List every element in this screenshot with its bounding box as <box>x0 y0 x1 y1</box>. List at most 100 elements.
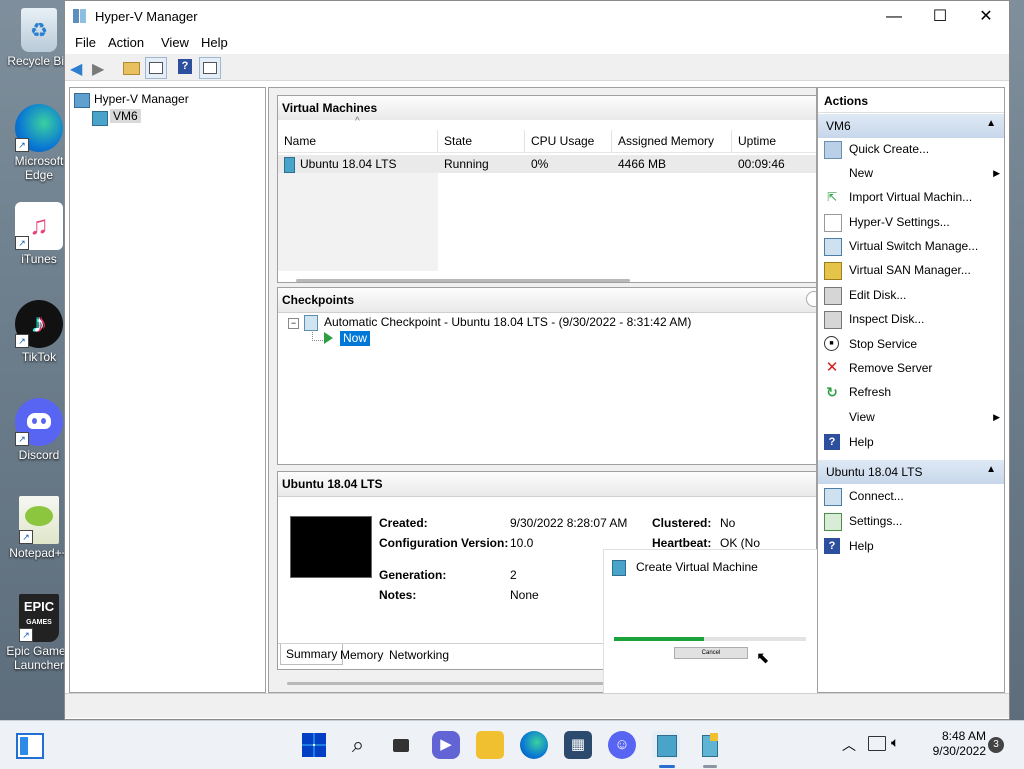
center-horizontal-scrollbar[interactable] <box>287 682 621 685</box>
tree-item-label: Hyper-V Manager <box>94 92 189 106</box>
connect-icon <box>824 488 842 506</box>
config-version-value: 10.0 <box>510 536 534 550</box>
show-hide-console-tree-button[interactable] <box>145 57 167 79</box>
action-quick-create[interactable]: Quick Create... <box>824 138 1000 160</box>
tab-memory[interactable]: Memory <box>340 645 383 665</box>
create-vm-cancel-button[interactable]: Cancel <box>674 647 748 659</box>
tab-summary[interactable]: Summary <box>280 644 344 665</box>
now-play-icon <box>324 332 333 344</box>
edge-taskbar-button[interactable] <box>520 731 548 759</box>
action-refresh[interactable]: ↻ Refresh <box>824 381 1000 403</box>
tree-item-label: VM6 <box>110 109 141 123</box>
window-title: Hyper-V Manager <box>95 9 198 24</box>
start-button[interactable] <box>300 731 328 759</box>
action-view[interactable]: View ▶ <box>824 406 1000 428</box>
action-inspect-disk[interactable]: Inspect Disk... <box>824 308 1000 330</box>
action-label: Inspect Disk... <box>849 312 925 326</box>
action-stop-service[interactable]: ■ Stop Service <box>824 333 1000 355</box>
show-hide-action-pane-button[interactable] <box>199 57 221 79</box>
action-help-vm[interactable]: ? Help <box>824 535 1000 557</box>
virtual-machines-section: Virtual Machines ^ Name State CPU Usage … <box>277 95 816 283</box>
discord-taskbar-button[interactable]: ☺ <box>608 731 636 759</box>
stop-icon: ■ <box>824 336 839 351</box>
actions-group-ubuntu[interactable]: Ubuntu 18.04 LTS ▲ <box>818 460 1004 484</box>
san-icon <box>824 262 842 280</box>
file-explorer-button[interactable] <box>476 731 504 759</box>
title-bar[interactable]: Hyper-V Manager — ☐ ✕ <box>65 1 1009 32</box>
horizontal-scrollbar[interactable] <box>296 279 630 282</box>
help-button[interactable]: ? <box>175 57 195 77</box>
details-header: Ubuntu 18.04 LTS <box>278 472 816 497</box>
hyperv-manager-icon <box>74 93 90 108</box>
notification-badge[interactable]: 3 <box>988 737 1004 753</box>
chevron-up-icon: ︿ <box>842 737 856 753</box>
action-label: Import Virtual Machin... <box>849 190 973 204</box>
clock[interactable]: 8:48 AM 9/30/2022 <box>922 729 986 759</box>
action-settings[interactable]: Settings... <box>824 510 1000 532</box>
edge-icon: ↗ <box>15 104 63 152</box>
generation-label: Generation: <box>379 568 447 582</box>
heartbeat-label: Heartbeat: <box>652 536 712 550</box>
settings-icon <box>824 513 842 531</box>
maximize-icon: ☐ <box>932 8 948 25</box>
action-connect[interactable]: Connect... <box>824 485 1000 507</box>
collapse-checkpoints-button[interactable] <box>806 291 816 307</box>
column-uptime[interactable]: Uptime <box>732 130 816 152</box>
action-new[interactable]: New ▶ <box>824 162 1000 184</box>
tree-collapse-icon[interactable]: − <box>288 318 299 329</box>
hyperv-manager-taskbar-button[interactable] <box>652 731 680 759</box>
vm-thumbnail[interactable] <box>290 516 372 578</box>
create-vm-popup[interactable]: Create Virtual Machine Cancel ⬉ <box>603 549 821 711</box>
action-virtual-san-manager[interactable]: Virtual SAN Manager... <box>824 259 1000 281</box>
action-help[interactable]: ? Help <box>824 431 1000 453</box>
back-button[interactable]: ◀ <box>69 57 89 78</box>
shortcut-arrow-icon: ↗ <box>15 138 29 152</box>
up-folder-button[interactable] <box>121 57 141 77</box>
notepadpp-icon: ↗ <box>19 496 59 544</box>
action-edit-disk[interactable]: Edit Disk... <box>824 284 1000 306</box>
checkpoint-item[interactable]: Automatic Checkpoint - Ubuntu 18.04 LTS … <box>324 315 691 329</box>
forward-button[interactable]: ▶ <box>91 57 111 78</box>
network-icon[interactable] <box>868 736 886 751</box>
show-hidden-icons-button[interactable]: ︿ <box>842 735 856 755</box>
action-import-vm[interactable]: ⇱ Import Virtual Machin... <box>824 186 1000 208</box>
column-assigned-memory[interactable]: Assigned Memory <box>612 130 732 152</box>
column-cpu-usage[interactable]: CPU Usage <box>525 130 612 152</box>
quick-create-icon <box>824 141 842 159</box>
clock-date: 9/30/2022 <box>932 744 986 758</box>
maximize-button[interactable]: ☐ <box>917 1 963 32</box>
menu-action[interactable]: Action <box>108 35 144 50</box>
discord-icon: ☺ <box>614 736 630 753</box>
volume-icon[interactable]: 🔈︎ <box>891 734 899 751</box>
toolbar: ◀ ▶ ? <box>65 54 1009 81</box>
search-button[interactable]: ⌕ <box>344 731 372 759</box>
action-label: Virtual Switch Manage... <box>849 239 979 253</box>
clustered-label: Clustered: <box>652 516 712 530</box>
action-label: Virtual SAN Manager... <box>849 263 971 277</box>
task-view-button[interactable] <box>388 731 416 759</box>
action-remove-server[interactable]: ✕ Remove Server <box>824 357 1000 379</box>
show-desktop-widget[interactable] <box>16 733 44 759</box>
column-name[interactable]: Name <box>278 130 438 152</box>
store-button[interactable]: ▦ <box>564 731 592 759</box>
action-hyperv-settings[interactable]: Hyper-V Settings... <box>824 211 1000 233</box>
action-label: Remove Server <box>849 361 933 375</box>
help-icon: ? <box>824 434 840 450</box>
vm-connect-taskbar-button[interactable] <box>696 731 724 759</box>
action-virtual-switch-manager[interactable]: Virtual Switch Manage... <box>824 235 1000 257</box>
checkpoint-now[interactable]: Now <box>340 331 371 346</box>
actions-title: Actions <box>824 94 869 108</box>
inspect-disk-icon <box>824 311 842 329</box>
app-icon <box>73 9 87 23</box>
column-state[interactable]: State <box>438 130 525 152</box>
menu-file[interactable]: File <box>75 35 96 50</box>
notes-label: Notes: <box>379 588 417 602</box>
create-vm-progress-fill <box>614 637 704 641</box>
minimize-button[interactable]: — <box>871 1 917 32</box>
actions-group-vm6[interactable]: VM6 ▲ <box>818 114 1004 138</box>
close-button[interactable]: ✕ <box>963 1 1009 32</box>
tab-networking[interactable]: Networking <box>389 645 449 665</box>
menu-help[interactable]: Help <box>201 35 228 50</box>
chat-button[interactable]: ▶ <box>432 731 460 759</box>
menu-view[interactable]: View <box>161 35 189 50</box>
